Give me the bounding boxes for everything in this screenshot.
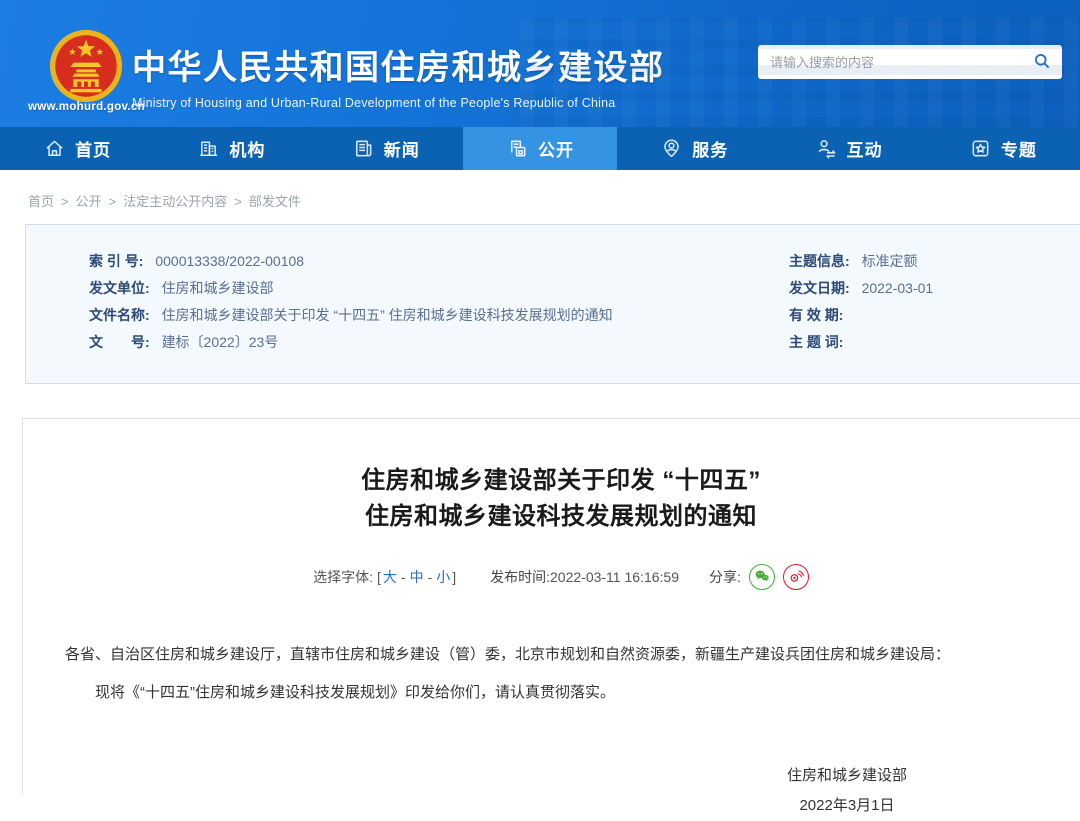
nav-item-organization[interactable]: 机构 — [154, 127, 308, 170]
publish-time-value: 2022-03-11 16:16:59 — [550, 569, 679, 585]
breadcrumb-separator: > — [109, 194, 117, 209]
font-size-medium-link[interactable]: 中 — [410, 567, 424, 587]
nav-item-home[interactable]: 首页 — [0, 127, 154, 170]
info-label: 索 引 号: — [89, 253, 143, 269]
info-label: 发文日期: — [789, 280, 850, 296]
home-icon — [43, 137, 66, 160]
nav-item-interaction[interactable]: 互动 — [771, 127, 925, 170]
info-row-issuing-unit: 发文单位: 住房和城乡建设部 — [89, 275, 789, 302]
article-title: 住房和城乡建设部关于印发 “十四五” 住房和城乡建设科技发展规划的通知 — [23, 463, 1080, 535]
breadcrumb-current-ministry-documents: 部发文件 — [249, 194, 301, 209]
breadcrumb-link-home[interactable]: 首页 — [28, 194, 54, 209]
share-weibo-button[interactable] — [783, 564, 809, 590]
disclosure-icon — [506, 137, 529, 160]
nav-item-services[interactable]: 服务 — [617, 127, 771, 170]
document-info-panel: 索 引 号: 000013338/2022-00108 发文单位: 住房和城乡建… — [25, 224, 1080, 384]
signature-org: 住房和城乡建设部 — [787, 761, 907, 791]
info-row-keywords: 主 题 词: — [789, 329, 1080, 356]
signature-date: 2022年3月1日 — [787, 791, 907, 821]
nav-item-label: 首页 — [75, 136, 111, 161]
services-icon — [660, 137, 683, 160]
font-size-large-link[interactable]: 大 — [383, 567, 397, 587]
nav-item-label: 服务 — [692, 136, 728, 161]
info-row-index-number: 索 引 号: 000013338/2022-00108 — [89, 248, 789, 275]
search-icon — [1032, 51, 1052, 74]
info-value: 标准定额 — [862, 253, 918, 269]
nav-item-label: 机构 — [229, 136, 265, 161]
breadcrumb-link-statutory-disclosure[interactable]: 法定主动公开内容 — [123, 194, 227, 209]
info-label: 文件名称: — [89, 307, 150, 323]
font-size-dash: - — [401, 569, 406, 585]
nav-item-label: 公开 — [538, 136, 574, 161]
search-button[interactable] — [1032, 51, 1062, 74]
article-title-line1: 住房和城乡建设部关于印发 “十四五” — [23, 463, 1080, 499]
nav-item-label: 新闻 — [384, 136, 420, 161]
info-value: 建标〔2022〕23号 — [162, 334, 279, 350]
topics-icon — [969, 137, 992, 160]
info-label: 主题信息: — [789, 253, 850, 269]
news-icon — [352, 137, 375, 160]
info-value: 2022-03-01 — [862, 280, 934, 296]
site-url: www.mohurd.gov.cn — [28, 101, 145, 113]
national-emblem-logo[interactable] — [46, 27, 126, 105]
nav-item-disclosure[interactable]: 公开 — [463, 127, 617, 170]
font-size-small-link[interactable]: 小 — [436, 567, 450, 587]
interaction-icon — [815, 137, 838, 160]
info-row-document-number: 文 号: 建标〔2022〕23号 — [89, 329, 789, 356]
article-body: 各省、自治区住房和城乡建设厅，直辖市住房和城乡建设（管）委，北京市规划和自然资源… — [23, 642, 1080, 706]
breadcrumb-separator: > — [234, 194, 242, 209]
info-label: 发文单位: — [89, 280, 150, 296]
font-size-label: 选择字体: — [313, 567, 373, 587]
site-title: 中华人民共和国住房和城乡建设部 — [132, 40, 665, 89]
info-row-issue-date: 发文日期: 2022-03-01 — [789, 275, 1080, 302]
search-box — [758, 45, 1062, 79]
article-meta-row: 选择字体: [ 大 - 中 - 小 ] 发布时间: 2022-03-11 16:… — [23, 564, 1080, 590]
share-section: 分享: — [709, 564, 809, 590]
nav-item-topics[interactable]: 专题 — [926, 127, 1080, 170]
info-value: 000013338/2022-00108 — [155, 253, 304, 269]
info-row-validity-period: 有 效 期: — [789, 302, 1080, 329]
signature-block: 住房和城乡建设部 2022年3月1日 — [787, 761, 907, 821]
publish-time-label: 发布时间: — [490, 567, 550, 587]
article-paragraph-main: 现将《“十四五”住房和城乡建设科技发展规划》印发给你们，请认真贯彻落实。 — [65, 680, 1057, 706]
breadcrumb-separator: > — [61, 194, 69, 209]
share-wechat-button[interactable] — [749, 564, 775, 590]
breadcrumb: 首页 > 公开 > 法定主动公开内容 > 部发文件 — [0, 170, 1080, 224]
info-value: 住房和城乡建设部 — [162, 280, 274, 296]
weibo-icon — [787, 567, 805, 588]
nav-item-label: 互动 — [847, 136, 883, 161]
info-label: 主 题 词: — [789, 334, 843, 350]
info-label: 文 号: — [89, 334, 150, 350]
font-size-bracket-open: [ — [377, 569, 381, 585]
breadcrumb-link-disclosure[interactable]: 公开 — [76, 194, 102, 209]
national-emblem-icon — [46, 27, 126, 105]
site-subtitle-english: Ministry of Housing and Urban-Rural Deve… — [132, 96, 665, 110]
font-size-dash: - — [428, 569, 433, 585]
article-paragraph-addressees: 各省、自治区住房和城乡建设厅，直辖市住房和城乡建设（管）委，北京市规划和自然资源… — [65, 642, 1057, 668]
nav-item-label: 专题 — [1001, 136, 1037, 161]
info-label: 有 效 期: — [789, 307, 843, 323]
wechat-icon — [753, 567, 771, 588]
site-header: www.mohurd.gov.cn 中华人民共和国住房和城乡建设部 Minist… — [0, 0, 1080, 127]
share-label: 分享: — [709, 567, 741, 587]
info-row-topic-info: 主题信息: 标准定额 — [789, 248, 1080, 275]
font-size-bracket-close: ] — [452, 569, 456, 585]
info-value: 住房和城乡建设部关于印发 “十四五” 住房和城乡建设科技发展规划的通知 — [162, 307, 613, 323]
nav-item-news[interactable]: 新闻 — [309, 127, 463, 170]
article-title-line2: 住房和城乡建设科技发展规划的通知 — [23, 499, 1080, 535]
search-input[interactable] — [758, 55, 1032, 70]
info-row-document-title: 文件名称: 住房和城乡建设部关于印发 “十四五” 住房和城乡建设科技发展规划的通… — [89, 302, 789, 329]
article-card: 住房和城乡建设部关于印发 “十四五” 住房和城乡建设科技发展规划的通知 选择字体… — [22, 418, 1080, 795]
main-nav: 首页 机构 新闻 公开 服务 — [0, 127, 1080, 170]
organization-icon — [197, 137, 220, 160]
